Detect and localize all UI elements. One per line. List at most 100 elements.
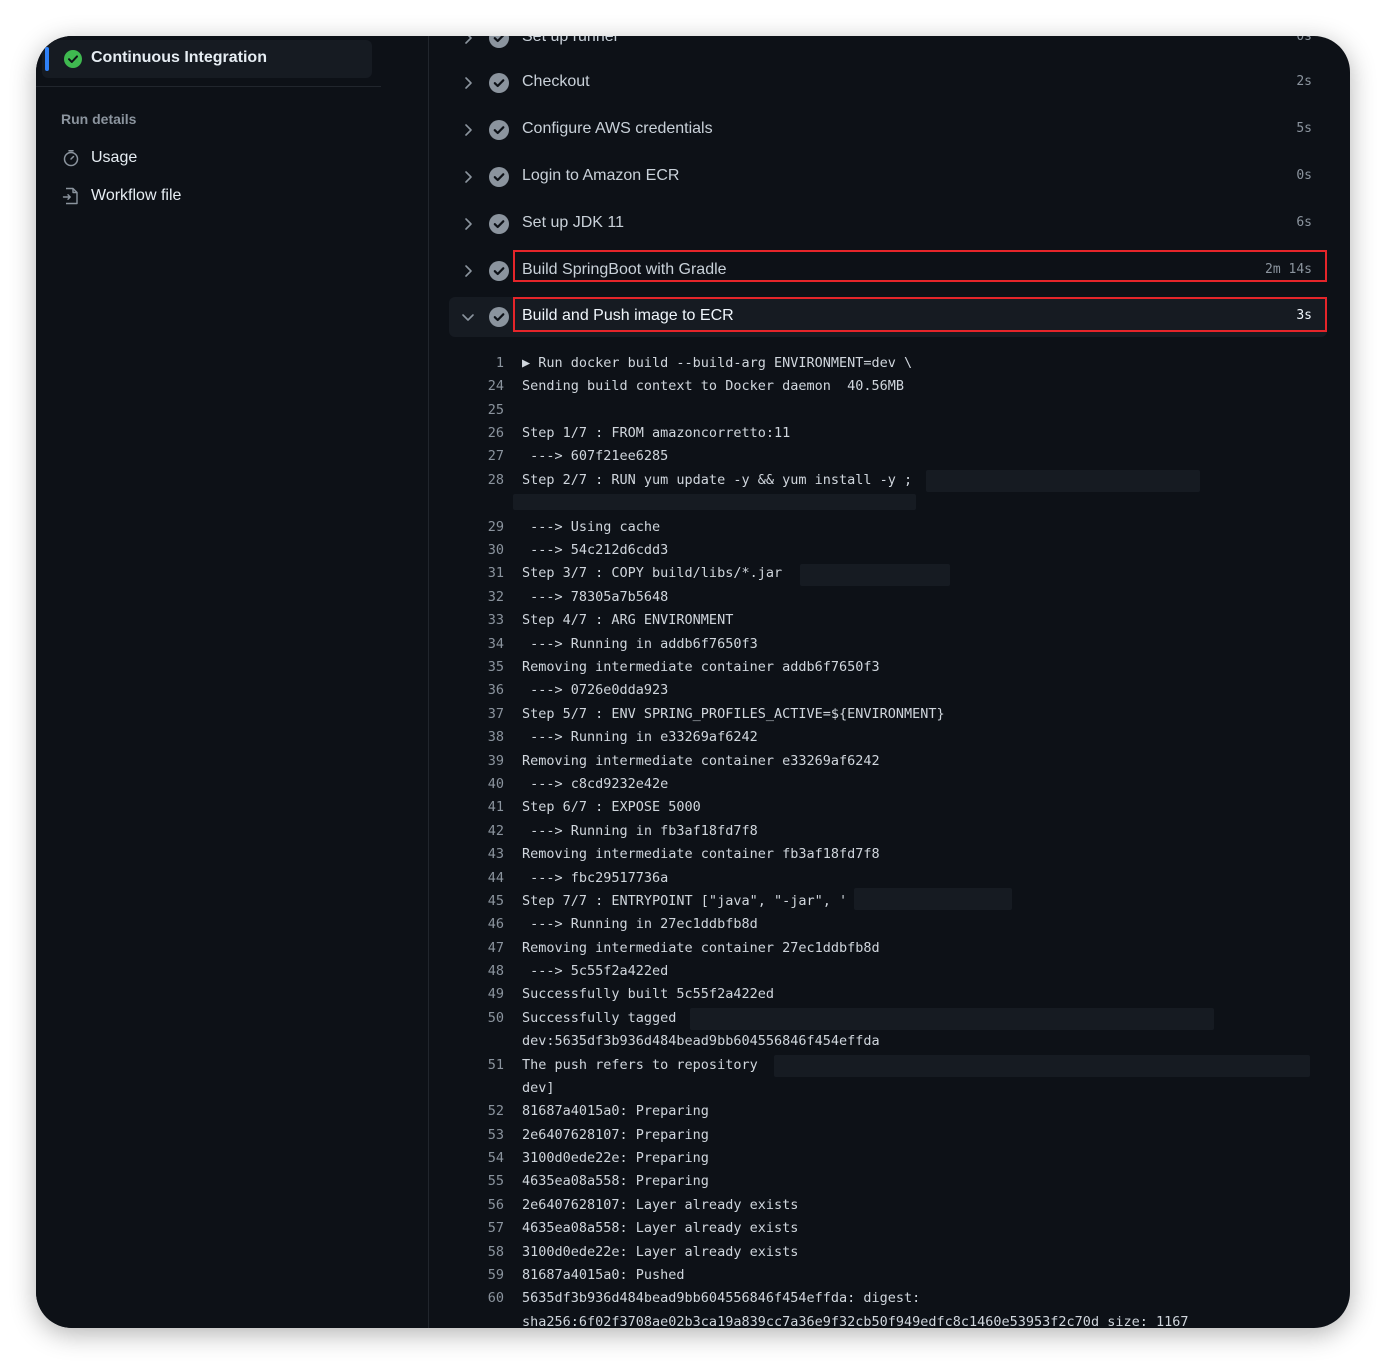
step-success-icon xyxy=(489,214,509,234)
log-line-text: dev] xyxy=(522,1080,555,1096)
log-line-text: ---> 54c212d6cdd3 xyxy=(522,542,669,558)
log-line-text: 2e6407628107: Layer already exists xyxy=(522,1197,799,1213)
log-line-number: 36 xyxy=(487,682,504,698)
log-line-text: ---> c8cd9232e42e xyxy=(522,776,669,792)
sidebar-link-usage[interactable]: Usage xyxy=(62,147,137,169)
highlight-box xyxy=(513,250,1327,282)
log-line-text: ---> 78305a7b5648 xyxy=(522,589,669,605)
chevron-right-icon[interactable] xyxy=(461,123,475,137)
log-line-number: 41 xyxy=(487,799,504,815)
log-line-text: Step 2/7 : RUN yum update -y && yum inst… xyxy=(522,472,913,488)
log-line-text: 3100d0ede22e: Layer already exists xyxy=(522,1244,799,1260)
chevron-right-icon[interactable] xyxy=(461,264,475,278)
workflow-item-continuous-integration[interactable]: Continuous Integration xyxy=(42,40,372,78)
log-line-number: 60 xyxy=(487,1290,504,1306)
log-line-number: 24 xyxy=(487,378,504,394)
log-line-number: 57 xyxy=(487,1220,504,1236)
log-line-text: The push refers to repository xyxy=(522,1057,758,1073)
job-steps-panel: Set up runner 0s Checkout 2s Configure AWS c… xyxy=(429,36,1350,1328)
redacted-block xyxy=(513,494,916,510)
log-line-number: 35 xyxy=(487,659,504,675)
log-line-number: 49 xyxy=(487,986,504,1002)
log-line-text: ---> Running in e33269af6242 xyxy=(522,729,758,745)
step-success-icon xyxy=(489,120,509,140)
stopwatch-icon xyxy=(63,150,79,167)
log-line-number: 55 xyxy=(487,1173,504,1189)
log-line-number: 28 xyxy=(487,472,504,488)
log-line-number: 46 xyxy=(487,916,504,932)
step-name: Login to Amazon ECR xyxy=(522,167,680,184)
chevron-right-icon[interactable] xyxy=(461,170,475,184)
active-indicator xyxy=(45,47,49,71)
log-line-text: Step 1/7 : FROM amazoncorretto:11 xyxy=(522,425,791,441)
step-success-icon xyxy=(489,261,509,281)
log-line-text: dev:5635df3b936d484bead9bb604556846f454e… xyxy=(522,1033,880,1049)
log-line-number: 50 xyxy=(487,1010,504,1026)
job-step-row[interactable]: Set up runner 0s xyxy=(449,36,1327,58)
chevron-down-icon[interactable] xyxy=(461,310,475,324)
job-step-row[interactable]: Checkout 2s xyxy=(449,63,1327,103)
app-window: Continuous Integration Run details Usage… xyxy=(36,36,1350,1328)
log-line-number: 37 xyxy=(487,706,504,722)
log-line-text: Removing intermediate container addb6f76… xyxy=(522,659,880,675)
log-line-text: Step 5/7 : ENV SPRING_PROFILES_ACTIVE=${… xyxy=(522,706,945,722)
log-line-number: 40 xyxy=(487,776,504,792)
log-line-text: ---> 5c55f2a422ed xyxy=(522,963,669,979)
log-line-number: 34 xyxy=(487,636,504,652)
log-line-number: 58 xyxy=(487,1244,504,1260)
log-line-text: ---> Using cache xyxy=(522,519,661,535)
log-line-text: ▶ Run docker build --build-arg ENVIRONME… xyxy=(522,355,913,371)
highlight-box xyxy=(513,297,1327,332)
log-line-number: 56 xyxy=(487,1197,504,1213)
log-line-number: 32 xyxy=(487,589,504,605)
log-line-number: 27 xyxy=(487,448,504,464)
log-line-text: ---> Running in 27ec1ddbfb8d xyxy=(522,916,758,932)
log-line-number: 54 xyxy=(487,1150,504,1166)
log-line-text: Step 7/7 : ENTRYPOINT ["java", "-jar", ' xyxy=(522,893,848,909)
log-line-number: 30 xyxy=(487,542,504,558)
log-line-text: 4635ea08a558: Preparing xyxy=(522,1173,709,1189)
log-line-number: 25 xyxy=(487,402,504,418)
log-line-text: Successfully built 5c55f2a422ed xyxy=(522,986,774,1002)
step-name: Set up JDK 11 xyxy=(522,214,624,231)
redacted-block xyxy=(690,1008,1214,1030)
log-line-number: 53 xyxy=(487,1127,504,1143)
chevron-right-icon[interactable] xyxy=(461,36,475,45)
log-line-text: 81687a4015a0: Preparing xyxy=(522,1103,709,1119)
sidebar-link-label: Workflow file xyxy=(91,187,182,204)
log-line-text: 4635ea08a558: Layer already exists xyxy=(522,1220,799,1236)
redacted-block xyxy=(854,888,1012,910)
sidebar-link-label: Usage xyxy=(91,149,138,166)
job-step-row[interactable]: Login to Amazon ECR 0s xyxy=(449,157,1327,197)
job-step-row[interactable]: Configure AWS credentials 5s xyxy=(449,110,1327,150)
log-line-text: ---> 607f21ee6285 xyxy=(522,448,669,464)
log-line-text: ---> Running in fb3af18fd7f8 xyxy=(522,823,758,839)
log-line-number: 43 xyxy=(487,846,504,862)
log-line-number: 42 xyxy=(487,823,504,839)
log-line-text: ---> 0726e0dda923 xyxy=(522,682,669,698)
log-line-number: 39 xyxy=(487,753,504,769)
sidebar-link-workflow-file[interactable]: Workflow file xyxy=(62,185,181,207)
sidebar-divider xyxy=(36,86,381,87)
step-success-icon xyxy=(489,307,509,327)
redacted-block xyxy=(774,1055,1310,1077)
step-name: Configure AWS credentials xyxy=(522,120,713,137)
log-line-text: 2e6407628107: Preparing xyxy=(522,1127,709,1143)
log-line-number: 47 xyxy=(487,940,504,956)
log-line-number: 45 xyxy=(487,893,504,909)
chevron-right-icon[interactable] xyxy=(461,76,475,90)
log-line-text: Step 3/7 : COPY build/libs/*.jar xyxy=(522,565,783,581)
step-success-icon xyxy=(489,73,509,93)
log-line-text: ---> fbc29517736a xyxy=(522,870,669,886)
log-line-number: 51 xyxy=(487,1057,504,1073)
log-line-number: 59 xyxy=(487,1267,504,1283)
chevron-right-icon[interactable] xyxy=(461,217,475,231)
redacted-block xyxy=(800,564,950,586)
log-line-text: Removing intermediate container e33269af… xyxy=(522,753,880,769)
sidebar: Continuous Integration Run details Usage… xyxy=(36,36,429,1328)
redacted-block xyxy=(926,470,1200,492)
log-line-text: Sending build context to Docker daemon 4… xyxy=(522,378,905,394)
workflow-file-icon xyxy=(62,187,78,205)
job-step-row[interactable]: Set up JDK 11 6s xyxy=(449,204,1327,244)
success-check-icon xyxy=(64,50,82,68)
